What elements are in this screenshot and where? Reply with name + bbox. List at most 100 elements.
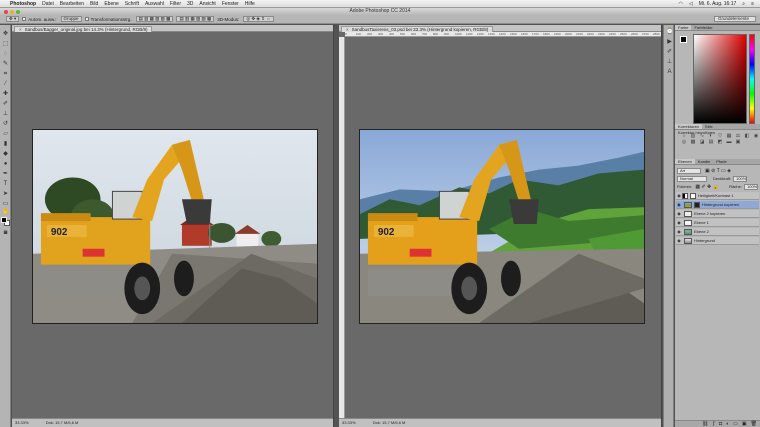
clone-source-panel-icon[interactable]: ⊥	[666, 59, 673, 66]
layer-row[interactable]: ◉ Ebene 1	[676, 219, 759, 227]
add-mask-icon[interactable]: ◘	[719, 421, 722, 427]
menu-file[interactable]: Datei	[42, 1, 54, 7]
volume-icon[interactable]: ◁	[689, 1, 693, 7]
crop-tool-icon[interactable]: ⌗	[2, 71, 9, 78]
tab-channels[interactable]: Kanäle	[695, 159, 713, 164]
hue-slider[interactable]	[749, 34, 755, 124]
lasso-tool-icon[interactable]: ◌	[2, 51, 9, 58]
zoom-window-icon[interactable]	[16, 9, 20, 14]
close-tab-icon[interactable]: ×	[19, 27, 22, 32]
auto-select-dropdown[interactable]: Gruppe	[60, 16, 82, 22]
color-lookup-icon[interactable]: ▩	[690, 140, 696, 145]
menu-edit[interactable]: Bearbeiten	[60, 1, 84, 7]
type-tool-icon[interactable]: T	[2, 181, 9, 188]
layer-row[interactable]: ◉ Hintergrund	[676, 237, 759, 245]
fx-icon[interactable]: ƒ	[712, 421, 715, 427]
menu-select[interactable]: Auswahl	[145, 1, 164, 7]
layer-row[interactable]: ◉ Hintergrund kopieren	[676, 201, 759, 209]
eye-icon[interactable]: ◉	[676, 220, 682, 225]
menu-filter[interactable]: Filter	[170, 1, 181, 7]
auto-select-option[interactable]: Autom. ausw.:	[22, 17, 57, 22]
canvas-composite-photo[interactable]: 902	[359, 129, 645, 324]
layer-row[interactable]: ◉ Ebene 2 kopieren	[676, 210, 759, 218]
brush-panel-icon[interactable]: ✐	[666, 49, 673, 56]
tab-styles[interactable]: Stile	[702, 124, 716, 129]
list-icon[interactable]: ≡	[751, 1, 754, 7]
menu-3d[interactable]: 3D	[187, 1, 193, 7]
layer-row[interactable]: ◉ Helligkeit/Kontrast 1	[676, 192, 759, 200]
posterize-icon[interactable]: ▤	[708, 140, 714, 145]
hand-tool-icon[interactable]: ✋	[2, 209, 9, 216]
new-layer-icon[interactable]: ▣	[742, 421, 747, 427]
tab-swatches[interactable]: Farbfelder	[691, 25, 715, 30]
opacity-input[interactable]: 100%	[733, 175, 748, 182]
delete-layer-icon[interactable]: 🗑	[751, 421, 757, 427]
menu-image[interactable]: Bild	[90, 1, 98, 7]
eye-icon[interactable]: ◉	[676, 229, 682, 234]
new-adjustment-icon[interactable]: ◐	[726, 421, 729, 427]
shape-tool-icon[interactable]: ▭	[2, 201, 9, 208]
quick-mask-icon[interactable]: ◙	[2, 230, 9, 237]
invert-icon[interactable]: ◪	[699, 140, 705, 145]
threshold-icon[interactable]: ◩	[717, 140, 723, 145]
lock-icons[interactable]: ▦ ✐ ✥ 🔒	[695, 184, 719, 190]
auto-select-checkbox[interactable]	[22, 17, 27, 21]
eye-icon[interactable]: ◉	[676, 211, 682, 216]
fill-input[interactable]: 100%	[744, 183, 758, 190]
eraser-tool-icon[interactable]: ▱	[2, 131, 9, 138]
quick-select-tool-icon[interactable]: ✎	[2, 61, 9, 68]
vertical-ruler[interactable]	[339, 37, 345, 418]
eye-icon[interactable]: ◉	[676, 202, 682, 207]
marquee-tool-icon[interactable]: ⬚	[2, 41, 9, 48]
tab-color[interactable]: Farbe	[675, 25, 692, 30]
new-group-icon[interactable]: ▭	[733, 421, 738, 427]
blur-tool-icon[interactable]: ◆	[2, 151, 9, 158]
photo-filter-icon[interactable]: ◉	[753, 134, 759, 139]
layer-row[interactable]: ◉ Ebene 2	[676, 228, 759, 236]
link-layers-icon[interactable]: ⛓	[702, 421, 708, 427]
menu-view[interactable]: Ansicht	[199, 1, 215, 7]
menu-help[interactable]: Hilfe	[245, 1, 255, 7]
tab-layers[interactable]: Ebenen	[675, 159, 695, 164]
horizontal-ruler[interactable]: 0 100 200 300 400 500 600 700 800 900 1000 1100 1200…	[345, 32, 661, 37]
eye-icon[interactable]: ◉	[676, 238, 682, 243]
move-tool-preset-button[interactable]: ✥ ▾	[6, 16, 20, 22]
transform-controls-checkbox[interactable]	[84, 17, 89, 21]
canvas-original-photo[interactable]: 902	[32, 129, 318, 324]
document-tab-left[interactable]: × Sandbus/Bagger_original.jpg bei 14.3% (…	[14, 26, 153, 32]
foreground-color-chip[interactable]	[680, 36, 687, 43]
transform-controls-option[interactable]: Transformationsstrg.	[84, 17, 132, 22]
gradient-map-icon[interactable]: ▬	[726, 140, 732, 145]
wifi-icon[interactable]: ◠	[679, 1, 683, 7]
move-tool-icon[interactable]: ✥	[2, 31, 9, 38]
channel-mixer-icon[interactable]: ◎	[681, 140, 687, 145]
close-window-icon[interactable]	[4, 9, 8, 14]
distribute-buttons[interactable]: ▤ ▥ ▦ ▧ ▨ ▩	[176, 16, 215, 22]
minimize-window-icon[interactable]	[10, 9, 14, 14]
tab-adjustments[interactable]: Korrekturen	[675, 124, 702, 129]
blend-mode-select[interactable]: Normal	[677, 175, 707, 182]
brush-tool-icon[interactable]: ✐	[2, 101, 9, 108]
foreground-color-swatch[interactable]	[1, 217, 7, 223]
align-buttons[interactable]: ▤ ▥ ▦ ▧ ▨ ▩	[135, 16, 174, 22]
selective-color-icon[interactable]: ▣	[735, 140, 741, 145]
clone-stamp-tool-icon[interactable]: ⊥	[2, 111, 9, 118]
filter-type-icons[interactable]: ▣ ⊘ T ▭ ◈	[705, 168, 731, 174]
zoom-level[interactable]: 33.33%	[15, 420, 29, 425]
tab-paths[interactable]: Pfade	[713, 159, 729, 164]
character-panel-icon[interactable]: A	[666, 69, 673, 76]
gradient-tool-icon[interactable]: ▮	[2, 141, 9, 148]
layer-filter-kind[interactable]: Art	[677, 167, 701, 174]
play-actions-icon[interactable]: ▶	[666, 39, 673, 46]
healing-brush-tool-icon[interactable]: ✚	[2, 91, 9, 98]
eyedropper-tool-icon[interactable]: ⁄	[2, 81, 9, 88]
menu-app-photoshop[interactable]: Photoshop	[10, 1, 36, 7]
path-select-tool-icon[interactable]: ➤	[2, 191, 9, 198]
history-brush-tool-icon[interactable]: ↺	[2, 121, 9, 128]
black-white-icon[interactable]: ◧	[744, 134, 750, 139]
menu-layer[interactable]: Ebene	[104, 1, 118, 7]
pen-tool-icon[interactable]: ✒	[2, 171, 9, 178]
menu-window[interactable]: Fenster	[222, 1, 239, 7]
dodge-tool-icon[interactable]: ●	[2, 161, 9, 168]
mode-3d-buttons[interactable]: ◎ ✥ ◈ ⇕ ⇔	[243, 16, 274, 22]
